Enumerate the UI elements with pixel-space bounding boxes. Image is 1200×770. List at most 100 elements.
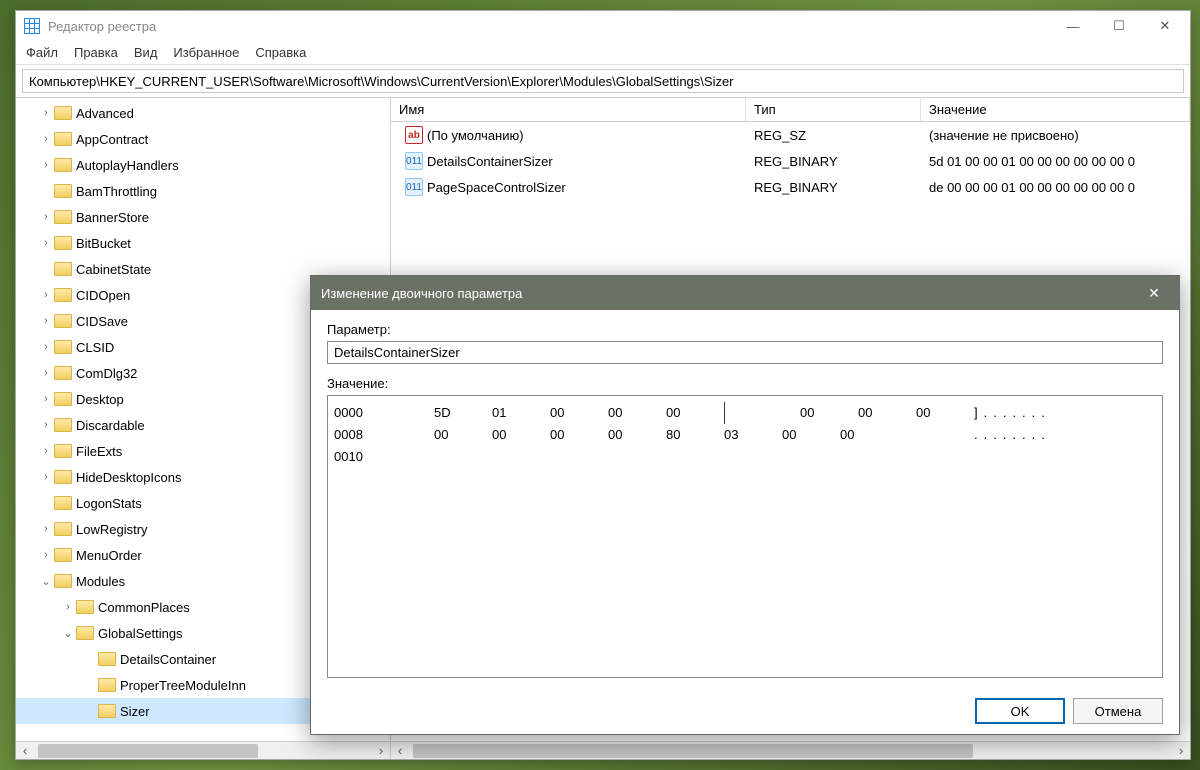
ok-button[interactable]: OK <box>975 698 1065 724</box>
tree-label: CIDOpen <box>76 288 130 303</box>
chevron-right-icon[interactable]: › <box>38 445 54 457</box>
col-value[interactable]: Значение <box>921 98 1190 121</box>
tree-node[interactable]: ›BannerStore <box>16 204 390 230</box>
tree-label: DetailsContainer <box>120 652 216 667</box>
chevron-right-icon[interactable]: › <box>38 315 54 327</box>
folder-icon <box>54 210 72 224</box>
menu-view[interactable]: Вид <box>134 45 158 60</box>
cancel-button[interactable]: Отмена <box>1073 698 1163 724</box>
folder-icon <box>54 496 72 510</box>
tree-node[interactable]: › AppContract <box>16 126 390 152</box>
list-header: Имя Тип Значение <box>391 98 1190 122</box>
value-name: DetailsContainerSizer <box>427 154 553 169</box>
minimize-button[interactable]: — <box>1050 11 1096 41</box>
menu-edit[interactable]: Правка <box>74 45 118 60</box>
value-label: Значение: <box>327 376 1163 391</box>
close-button[interactable]: ✕ <box>1142 11 1188 41</box>
scroll-right-icon[interactable]: › <box>372 742 390 760</box>
tree-label: CabinetState <box>76 262 151 277</box>
scroll-left-icon[interactable]: ‹ <box>16 742 34 760</box>
chevron-right-icon[interactable]: › <box>38 133 54 145</box>
hex-editor[interactable]: 00005D01000000000000].......000800000000… <box>327 395 1163 678</box>
folder-icon <box>54 470 72 484</box>
folder-icon <box>98 652 116 666</box>
chevron-right-icon[interactable]: › <box>38 107 54 119</box>
tree-label: Discardable <box>76 418 145 433</box>
scroll-right-icon[interactable]: › <box>1172 742 1190 760</box>
chevron-right-icon[interactable]: › <box>38 471 54 483</box>
value-type: REG_BINARY <box>746 178 921 197</box>
col-name[interactable]: Имя <box>391 98 746 121</box>
value-type: REG_SZ <box>746 126 921 145</box>
folder-icon <box>98 704 116 718</box>
folder-icon <box>54 132 72 146</box>
chevron-down-icon[interactable]: ⌄ <box>60 627 76 640</box>
value-data: de 00 00 00 01 00 00 00 00 00 00 0 <box>921 178 1190 197</box>
folder-icon <box>54 158 72 172</box>
maximize-button[interactable]: ☐ <box>1096 11 1142 41</box>
tree-node[interactable]: › BitBucket <box>16 230 390 256</box>
tree-node[interactable]: ›Advanced <box>16 100 390 126</box>
tree-label: AppContract <box>76 132 148 147</box>
chevron-right-icon[interactable]: › <box>60 601 76 613</box>
tree-label: AutoplayHandlers <box>76 158 179 173</box>
folder-icon <box>54 444 72 458</box>
tree-node[interactable]: BamThrottling <box>16 178 390 204</box>
chevron-right-icon[interactable]: › <box>38 393 54 405</box>
chevron-right-icon[interactable]: › <box>38 237 54 249</box>
reg-binary-icon: 011 <box>405 152 423 170</box>
tree-label: HideDesktopIcons <box>76 470 182 485</box>
value-row[interactable]: 011PageSpaceControlSizerREG_BINARYde 00 … <box>391 174 1190 200</box>
tree-label: ProperTreeModuleInn <box>120 678 246 693</box>
chevron-right-icon[interactable]: › <box>38 549 54 561</box>
folder-icon <box>54 548 72 562</box>
tree-label: CLSID <box>76 340 114 355</box>
binary-edit-dialog: Изменение двоичного параметра ✕ Параметр… <box>310 275 1180 735</box>
tree-label: GlobalSettings <box>98 626 183 641</box>
folder-icon <box>54 106 72 120</box>
folder-icon <box>54 366 72 380</box>
col-type[interactable]: Тип <box>746 98 921 121</box>
value-type: REG_BINARY <box>746 152 921 171</box>
tree-label: MenuOrder <box>76 548 142 563</box>
menu-favorites[interactable]: Избранное <box>173 45 239 60</box>
folder-icon <box>54 392 72 406</box>
folder-icon <box>54 314 72 328</box>
tree-label: FileExts <box>76 444 122 459</box>
tree-label: BamThrottling <box>76 184 157 199</box>
scroll-left-icon[interactable]: ‹ <box>391 742 409 760</box>
menu-file[interactable]: Файл <box>26 45 58 60</box>
value-row[interactable]: 011DetailsContainerSizerREG_BINARY5d 01 … <box>391 148 1190 174</box>
tree-hscroll[interactable]: ‹ › <box>16 741 391 759</box>
chevron-right-icon[interactable]: › <box>38 159 54 171</box>
chevron-right-icon[interactable]: › <box>38 211 54 223</box>
tree-node[interactable]: › AutoplayHandlers <box>16 152 390 178</box>
value-row[interactable]: ab (По умолчанию) REG_SZ(значение не присв… <box>391 122 1190 148</box>
value-name: PageSpaceControlSizer <box>427 180 566 195</box>
tree-label: BitBucket <box>76 236 131 251</box>
folder-icon <box>54 236 72 250</box>
chevron-right-icon[interactable]: › <box>38 289 54 301</box>
chevron-right-icon[interactable]: › <box>38 341 54 353</box>
window-title: Редактор реестра <box>48 19 1050 34</box>
titlebar: Редактор реестра — ☐ ✕ <box>16 11 1190 41</box>
chevron-right-icon[interactable]: › <box>38 367 54 379</box>
menubar: Файл Правка Вид Избранное Справка <box>16 41 1190 65</box>
address-bar[interactable]: Компьютер\HKEY_CURRENT_USER\Software\Mic… <box>22 69 1184 93</box>
folder-icon <box>76 626 94 640</box>
tree-label: Modules <box>76 574 125 589</box>
value-data: (значение не присвоено) <box>921 126 1190 145</box>
param-input[interactable] <box>327 341 1163 364</box>
reg-sz-icon: ab <box>405 126 423 144</box>
dialog-close-icon[interactable]: ✕ <box>1139 285 1169 302</box>
chevron-down-icon[interactable]: ⌄ <box>38 575 54 588</box>
menu-help[interactable]: Справка <box>255 45 306 60</box>
list-hscroll[interactable]: ‹ › <box>391 741 1190 759</box>
folder-icon <box>76 600 94 614</box>
tree-label: LogonStats <box>76 496 142 511</box>
value-name: (По умолчанию) <box>427 128 524 143</box>
tree-label: CIDSave <box>76 314 128 329</box>
chevron-right-icon[interactable]: › <box>38 419 54 431</box>
folder-icon <box>54 418 72 432</box>
chevron-right-icon[interactable]: › <box>38 523 54 535</box>
